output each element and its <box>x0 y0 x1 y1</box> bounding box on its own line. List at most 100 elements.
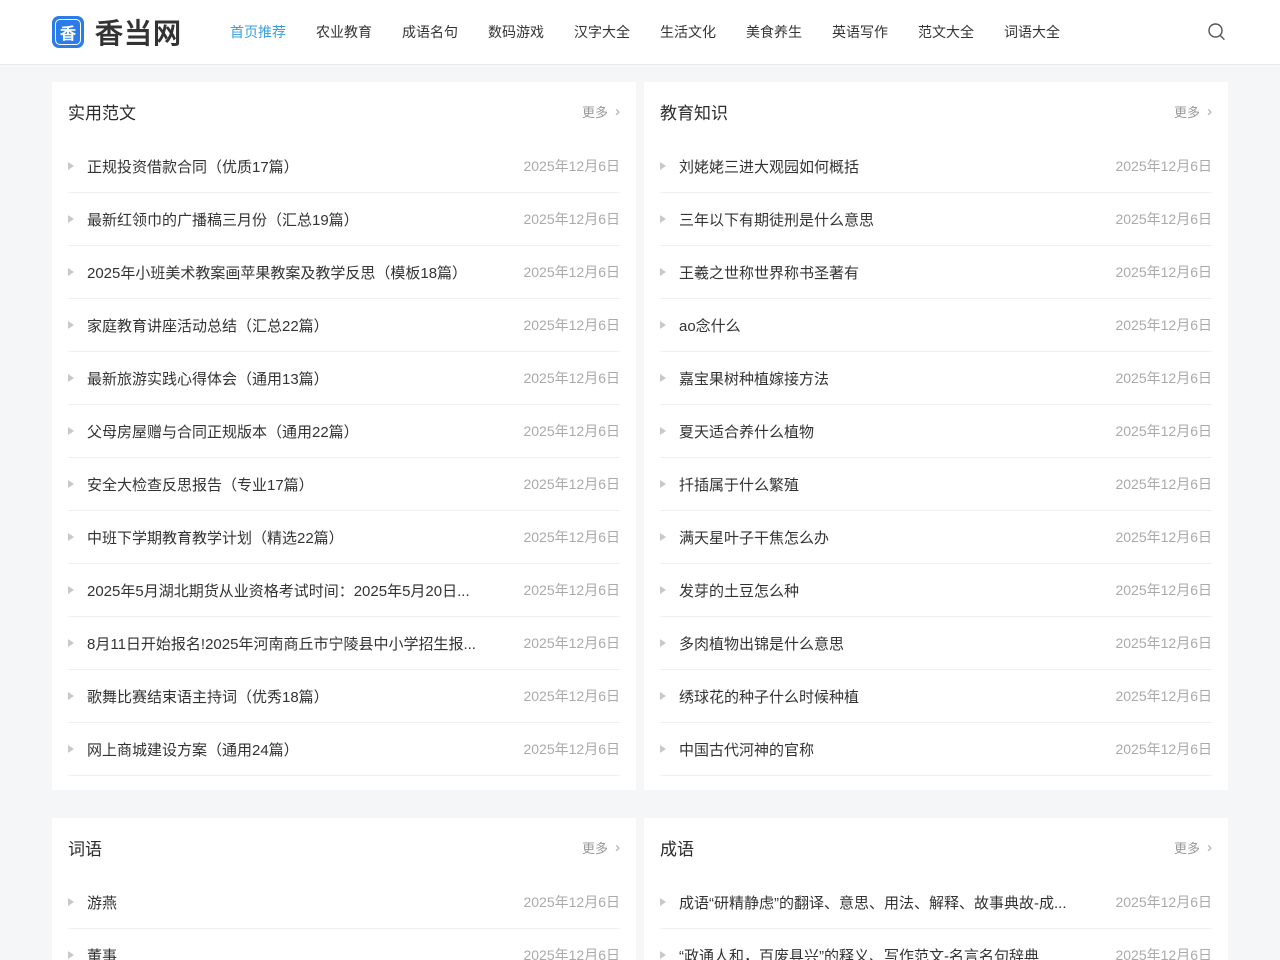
article-list-item[interactable]: 满天星叶子干焦怎么办 2025年12月6日 <box>660 511 1212 564</box>
article-title: 家庭教育讲座活动总结（汇总22篇） <box>87 315 507 336</box>
article-date: 2025年12月6日 <box>1115 421 1212 441</box>
article-title: 三年以下有期徒刑是什么意思 <box>679 209 1099 230</box>
nav-item[interactable]: 词语大全 <box>1004 22 1060 42</box>
site-logo-icon: 香 <box>52 16 84 48</box>
article-list-item[interactable]: 王羲之世称世界称书圣著有 2025年12月6日 <box>660 246 1212 299</box>
article-list-item[interactable]: 2025年小班美术教案画苹果教案及教学反思（模板18篇） 2025年12月6日 <box>68 246 620 299</box>
article-date: 2025年12月6日 <box>523 945 620 960</box>
article-list-item[interactable]: 夏天适合养什么植物 2025年12月6日 <box>660 405 1212 458</box>
triangle-bullet-icon <box>660 951 666 959</box>
article-date: 2025年12月6日 <box>1115 945 1212 960</box>
article-list-item[interactable]: 绣球花的种子什么时候种植 2025年12月6日 <box>660 670 1212 723</box>
article-list-item[interactable]: 扦插属于什么繁殖 2025年12月6日 <box>660 458 1212 511</box>
article-date: 2025年12月6日 <box>1115 315 1212 335</box>
site-logo-group[interactable]: 香 香当网 <box>52 12 182 52</box>
article-date: 2025年12月6日 <box>1115 633 1212 653</box>
article-list-item[interactable]: “政通人和，百废具兴”的释义、写作范文-名言名句辞典 2025年12月6日 <box>660 929 1212 960</box>
triangle-bullet-icon <box>68 321 74 329</box>
article-list-item[interactable]: 嘉宝果树种植嫁接方法 2025年12月6日 <box>660 352 1212 405</box>
article-date: 2025年12月6日 <box>523 474 620 494</box>
triangle-bullet-icon <box>660 639 666 647</box>
article-list-item[interactable]: 网上商城建设方案（通用24篇） 2025年12月6日 <box>68 723 620 776</box>
article-list-item[interactable]: 8月11日开始报名!2025年河南商丘市宁陵县中小学招生报... 2025年12… <box>68 617 620 670</box>
article-list-item[interactable]: 刘姥姥三进大观园如何概括 2025年12月6日 <box>660 140 1212 193</box>
triangle-bullet-icon <box>68 951 74 959</box>
article-date: 2025年12月6日 <box>1115 892 1212 912</box>
article-list-item[interactable]: 董事 2025年12月6日 <box>68 929 620 960</box>
chevron-right-icon: › <box>615 840 620 855</box>
article-title: 嘉宝果树种植嫁接方法 <box>679 368 1099 389</box>
triangle-bullet-icon <box>660 533 666 541</box>
article-date: 2025年12月6日 <box>523 580 620 600</box>
article-title: 安全大检查反思报告（专业17篇） <box>87 474 507 495</box>
article-list-item[interactable]: 安全大检查反思报告（专业17篇） 2025年12月6日 <box>68 458 620 511</box>
more-link[interactable]: 更多 › <box>1174 102 1212 121</box>
article-list-item[interactable]: 最新旅游实践心得体会（通用13篇） 2025年12月6日 <box>68 352 620 405</box>
article-title: 王羲之世称世界称书圣著有 <box>679 262 1099 283</box>
article-list-item[interactable]: 成语“研精静虑”的翻译、意思、用法、解释、故事典故-成... 2025年12月6… <box>660 876 1212 929</box>
nav-item[interactable]: 范文大全 <box>918 22 974 42</box>
article-date: 2025年12月6日 <box>523 368 620 388</box>
article-list-item[interactable]: 多肉植物出锦是什么意思 2025年12月6日 <box>660 617 1212 670</box>
article-list-item[interactable]: 游燕 2025年12月6日 <box>68 876 620 929</box>
triangle-bullet-icon <box>660 321 666 329</box>
panel-header: 词语 更多 › <box>68 818 620 876</box>
article-date: 2025年12月6日 <box>1115 368 1212 388</box>
more-link[interactable]: 更多 › <box>1174 838 1212 857</box>
article-list: 刘姥姥三进大观园如何概括 2025年12月6日 三年以下有期徒刑是什么意思 20… <box>660 140 1212 776</box>
article-title: 中班下学期教育教学计划（精选22篇） <box>87 527 507 548</box>
article-title: 2025年5月湖北期货从业资格考试时间：2025年5月20日... <box>87 580 507 601</box>
triangle-bullet-icon <box>660 374 666 382</box>
triangle-bullet-icon <box>68 480 74 488</box>
article-list-item[interactable]: 中班下学期教育教学计划（精选22篇） 2025年12月6日 <box>68 511 620 564</box>
nav-item[interactable]: 汉字大全 <box>574 22 630 42</box>
nav-item[interactable]: 农业教育 <box>316 22 372 42</box>
article-date: 2025年12月6日 <box>523 156 620 176</box>
panel-title: 实用范文 <box>68 99 136 124</box>
triangle-bullet-icon <box>660 898 666 906</box>
article-list: 正规投资借款合同（优质17篇） 2025年12月6日 最新红领巾的广播稿三月份（… <box>68 140 620 776</box>
search-icon[interactable] <box>1206 21 1228 43</box>
nav-item[interactable]: 美食养生 <box>746 22 802 42</box>
article-title: ao念什么 <box>679 315 1099 336</box>
article-list-item[interactable]: ao念什么 2025年12月6日 <box>660 299 1212 352</box>
triangle-bullet-icon <box>660 586 666 594</box>
article-title: 发芽的土豆怎么种 <box>679 580 1099 601</box>
article-title: 刘姥姥三进大观园如何概括 <box>679 156 1099 177</box>
article-date: 2025年12月6日 <box>1115 474 1212 494</box>
article-date: 2025年12月6日 <box>1115 156 1212 176</box>
article-title: 最新红领巾的广播稿三月份（汇总19篇） <box>87 209 507 230</box>
article-list-item[interactable]: 三年以下有期徒刑是什么意思 2025年12月6日 <box>660 193 1212 246</box>
triangle-bullet-icon <box>68 162 74 170</box>
article-date: 2025年12月6日 <box>1115 209 1212 229</box>
triangle-bullet-icon <box>660 427 666 435</box>
article-title: “政通人和，百废具兴”的释义、写作范文-名言名句辞典 <box>679 945 1099 960</box>
triangle-bullet-icon <box>68 639 74 647</box>
nav-item[interactable]: 生活文化 <box>660 22 716 42</box>
article-date: 2025年12月6日 <box>523 262 620 282</box>
nav-item[interactable]: 首页推荐 <box>230 22 286 42</box>
article-list-item[interactable]: 父母房屋赠与合同正规版本（通用22篇） 2025年12月6日 <box>68 405 620 458</box>
article-list-item[interactable]: 发芽的土豆怎么种 2025年12月6日 <box>660 564 1212 617</box>
article-list-item[interactable]: 歌舞比赛结束语主持词（优秀18篇） 2025年12月6日 <box>68 670 620 723</box>
panel-title: 成语 <box>660 835 694 860</box>
more-link[interactable]: 更多 › <box>582 102 620 121</box>
article-date: 2025年12月6日 <box>523 739 620 759</box>
article-list-item[interactable]: 中国古代河神的官称 2025年12月6日 <box>660 723 1212 776</box>
article-list-item[interactable]: 2025年5月湖北期货从业资格考试时间：2025年5月20日... 2025年1… <box>68 564 620 617</box>
article-list-item[interactable]: 家庭教育讲座活动总结（汇总22篇） 2025年12月6日 <box>68 299 620 352</box>
panel-words: 词语 更多 › 游燕 2025年12月6日 董事 2025年12月6日 <box>52 818 636 960</box>
triangle-bullet-icon <box>68 215 74 223</box>
article-date: 2025年12月6日 <box>523 633 620 653</box>
article-title: 董事 <box>87 945 507 960</box>
article-list-item[interactable]: 正规投资借款合同（优质17篇） 2025年12月6日 <box>68 140 620 193</box>
panel-title: 教育知识 <box>660 99 728 124</box>
article-list-item[interactable]: 最新红领巾的广播稿三月份（汇总19篇） 2025年12月6日 <box>68 193 620 246</box>
panel-title: 词语 <box>68 835 102 860</box>
nav-item[interactable]: 英语写作 <box>832 22 888 42</box>
nav-item[interactable]: 成语名句 <box>402 22 458 42</box>
main-nav: 首页推荐 农业教育 成语名句 数码游戏 汉字大全 生活文化 美食养生 英语写作 … <box>230 22 1060 42</box>
nav-item[interactable]: 数码游戏 <box>488 22 544 42</box>
more-link[interactable]: 更多 › <box>582 838 620 857</box>
triangle-bullet-icon <box>660 215 666 223</box>
